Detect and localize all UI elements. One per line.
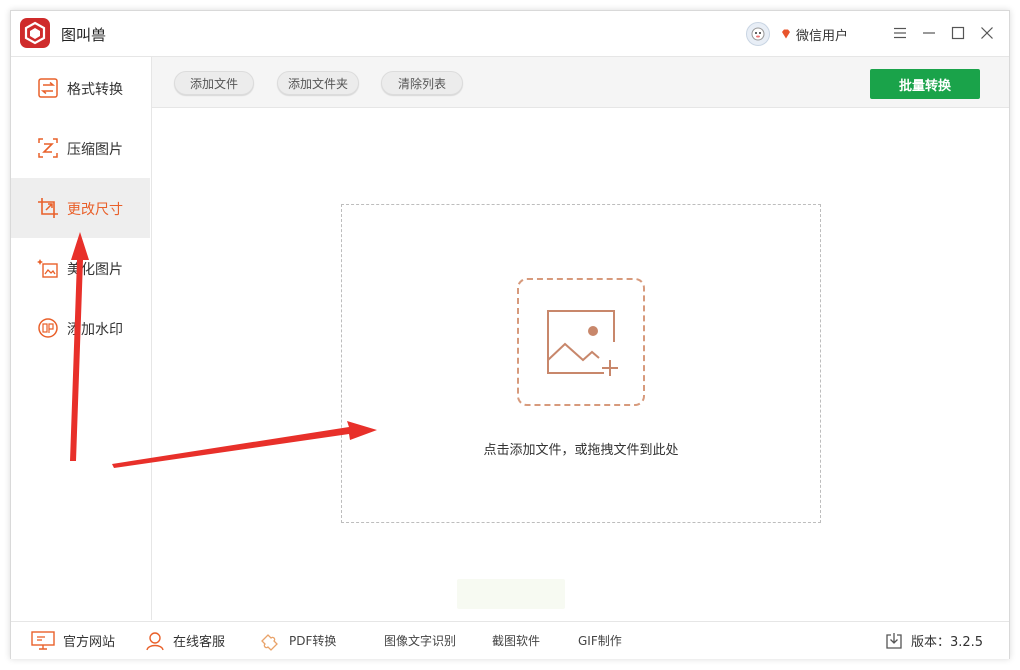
compress-icon [37, 137, 59, 159]
add-folder-button[interactable]: 添加文件夹 [277, 71, 359, 95]
sidebar-item-compress[interactable]: 压缩图片 [11, 118, 150, 178]
title-bar: 图叫兽 微信用户 [11, 11, 1009, 57]
footer-version[interactable]: 版本：3.2.5 [885, 622, 983, 659]
user-area[interactable]: 微信用户 [746, 22, 848, 46]
maximize-icon[interactable] [949, 24, 967, 42]
sidebar-item-format-convert[interactable]: 格式转换 [11, 58, 150, 118]
app-window: 图叫兽 微信用户 格式转换 压缩图片 更改尺寸 美化图片 添加水印 添加文件 添… [10, 10, 1010, 659]
sidebar-item-label: 美化图片 [67, 262, 123, 278]
sidebar-item-label: 压缩图片 [67, 142, 123, 158]
sidebar-item-label: 更改尺寸 [67, 202, 123, 218]
minimize-icon[interactable] [920, 24, 938, 42]
add-image-icon[interactable] [517, 278, 645, 406]
footer-support-label: 在线客服 [173, 635, 226, 650]
user-avatar[interactable] [746, 22, 770, 46]
sidebar-item-label: 格式转换 [67, 82, 123, 98]
sidebar-item-beautify[interactable]: 美化图片 [11, 238, 150, 298]
toolbar: 添加文件 添加文件夹 清除列表 批量转换 [152, 57, 1009, 108]
sidebar-item-watermark[interactable]: 添加水印 [11, 298, 150, 358]
footer-pdf-link[interactable]: PDF转换 [259, 622, 336, 659]
footer-support-link[interactable]: 在线客服 [145, 622, 225, 659]
footer-bar: 官方网站 在线客服 PDF转换 图像文字识别 截图软件 GIF制作 版本：3.2… [11, 621, 1009, 659]
sidebar-item-label: 添加水印 [67, 322, 123, 338]
add-file-button[interactable]: 添加文件 [174, 71, 254, 95]
version-label: 版本：3.2.5 [911, 635, 984, 650]
app-title: 图叫兽 [61, 26, 107, 44]
user-support-icon [146, 631, 164, 650]
puzzle-icon [261, 633, 278, 651]
watermark-stamp-icon [37, 317, 59, 339]
user-name[interactable]: 微信用户 [796, 25, 848, 44]
resize-crop-icon [37, 197, 59, 219]
beautify-icon [37, 257, 59, 279]
sidebar: 格式转换 压缩图片 更改尺寸 美化图片 添加水印 [11, 57, 152, 620]
footer-gif-link[interactable]: GIF制作 [578, 622, 622, 659]
menu-icon[interactable] [891, 24, 909, 42]
footer-website-link[interactable]: 官方网站 [31, 622, 115, 659]
monitor-icon [31, 630, 55, 650]
footer-screenshot-link[interactable]: 截图软件 [492, 622, 540, 659]
drop-zone-hint: 点击添加文件，或拖拽文件到此处 [483, 443, 679, 458]
file-drop-zone[interactable]: 点击添加文件，或拖拽文件到此处 [341, 204, 821, 523]
vip-diamond-icon [780, 25, 792, 44]
hidden-convert-button [457, 579, 565, 609]
batch-convert-button[interactable]: 批量转换 [870, 69, 980, 99]
clear-list-button[interactable]: 清除列表 [381, 71, 463, 95]
sidebar-item-resize[interactable]: 更改尺寸 [11, 178, 150, 238]
download-update-icon [886, 632, 902, 649]
footer-website-label: 官方网站 [63, 635, 116, 650]
close-icon[interactable] [978, 24, 996, 42]
footer-ocr-link[interactable]: 图像文字识别 [384, 622, 456, 659]
format-convert-icon [37, 77, 59, 99]
footer-pdf-label: PDF转换 [289, 634, 337, 648]
app-logo-icon [20, 18, 50, 48]
